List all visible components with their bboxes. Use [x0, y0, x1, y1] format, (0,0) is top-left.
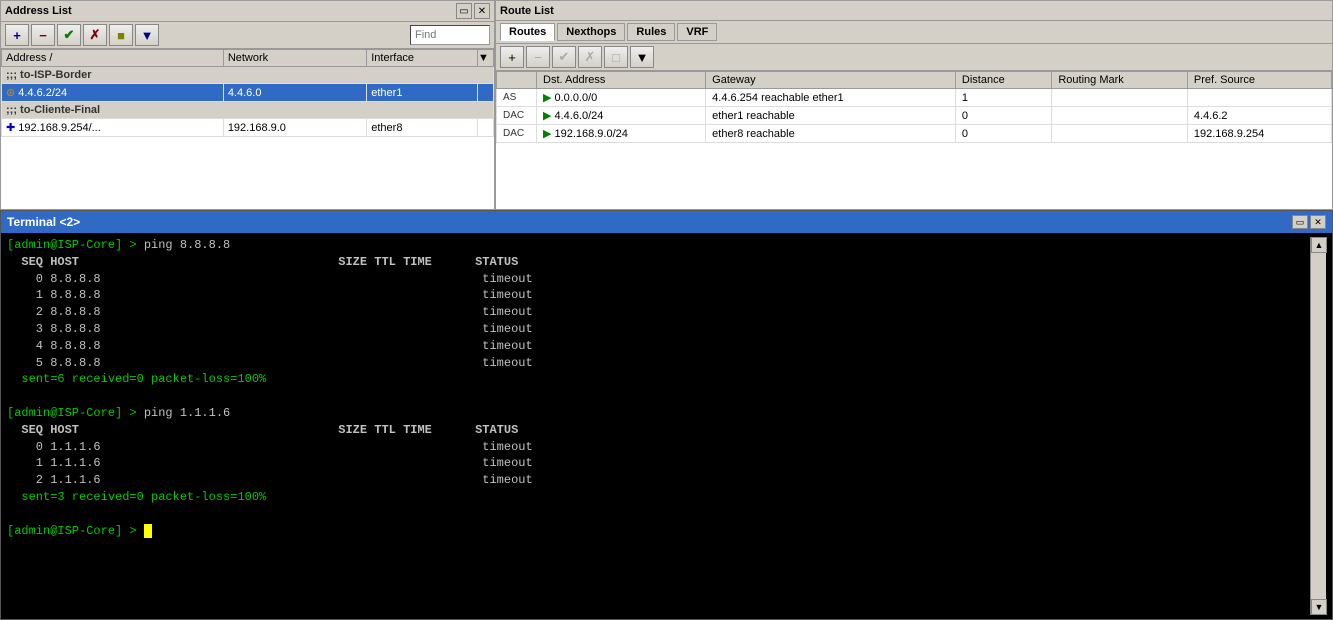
terminal-line	[7, 506, 1310, 523]
address-list-panel: Address List ▭ ✕ + − ✔ ✗ ■ ▼ A	[0, 0, 495, 210]
route-table-header: Dst. Address Gateway Distance Routing Ma…	[497, 72, 1332, 89]
terminal-close-button[interactable]: ✕	[1310, 215, 1326, 229]
address-table-header: Address Network Interface ▼	[2, 50, 494, 67]
filter-address-button[interactable]: ▼	[135, 24, 159, 46]
terminal-line: 0 8.8.8.8 timeout	[7, 271, 1310, 288]
address-list-title: Address List	[5, 5, 72, 17]
enable-address-button[interactable]: ✔	[57, 24, 81, 46]
route-list-panel: Route List Routes Nexthops Rules VRF + −…	[495, 0, 1333, 210]
col-scroll[interactable]: ▼	[478, 50, 494, 67]
terminal-line: [admin@ISP-Core] > ping 8.8.8.8	[7, 237, 1310, 254]
terminal-titlebar: Terminal <2> ▭ ✕	[1, 211, 1332, 233]
address-list-window-controls: ▭ ✕	[456, 3, 490, 19]
col-address[interactable]: Address	[2, 50, 224, 67]
terminal-body: [admin@ISP-Core] > ping 8.8.8.8 SEQ HOST…	[1, 233, 1332, 619]
add-address-button[interactable]: +	[5, 24, 29, 46]
col-dst-address[interactable]: Dst. Address	[537, 72, 706, 89]
terminal-panel: Terminal <2> ▭ ✕ [admin@ISP-Core] > ping…	[0, 210, 1333, 620]
terminal-line: sent=6 received=0 packet-loss=100%	[7, 371, 1310, 388]
disable-route-button[interactable]: ✗	[578, 46, 602, 68]
copy-address-button[interactable]: ■	[109, 24, 133, 46]
copy-route-button[interactable]: □	[604, 46, 628, 68]
terminal-content[interactable]: [admin@ISP-Core] > ping 8.8.8.8 SEQ HOST…	[7, 237, 1310, 615]
tab-nexthops[interactable]: Nexthops	[557, 23, 625, 41]
route-tabs: Routes Nexthops Rules VRF	[496, 21, 1332, 44]
remove-address-button[interactable]: −	[31, 24, 55, 46]
terminal-line: 1 8.8.8.8 timeout	[7, 287, 1310, 304]
scroll-up-button[interactable]: ▲	[1311, 237, 1327, 253]
address-table-row[interactable]: ⊛4.4.6.2/24 4.4.6.0 ether1	[2, 84, 494, 102]
main-container: Address List ▭ ✕ + − ✔ ✗ ■ ▼ A	[0, 0, 1333, 620]
terminal-line: 2 1.1.1.6 timeout	[7, 472, 1310, 489]
tab-routes[interactable]: Routes	[500, 23, 555, 41]
route-list-title: Route List	[500, 5, 554, 17]
terminal-line: 3 8.8.8.8 timeout	[7, 321, 1310, 338]
col-route-type	[497, 72, 537, 89]
route-table-container: Dst. Address Gateway Distance Routing Ma…	[496, 71, 1332, 143]
address-table-container: Address Network Interface ▼ ;;; to-ISP-B…	[1, 49, 494, 209]
col-pref-source[interactable]: Pref. Source	[1187, 72, 1331, 89]
terminal-title: Terminal <2>	[7, 215, 80, 229]
col-gateway[interactable]: Gateway	[706, 72, 956, 89]
address-list-toolbar: + − ✔ ✗ ■ ▼	[1, 22, 494, 49]
route-table-body: AS ▶0.0.0.0/0 4.4.6.254 reachable ether1…	[497, 89, 1332, 143]
filter-route-button[interactable]: ▼	[630, 46, 654, 68]
add-route-button[interactable]: +	[500, 46, 524, 68]
route-table: Dst. Address Gateway Distance Routing Ma…	[496, 71, 1332, 143]
terminal-line: [admin@ISP-Core] > ping 1.1.1.6	[7, 405, 1310, 422]
scrollbar-track	[1311, 253, 1326, 599]
terminal-line	[7, 388, 1310, 405]
close-button[interactable]: ✕	[474, 3, 490, 19]
restore-button[interactable]: ▭	[456, 3, 472, 19]
terminal-restore-button[interactable]: ▭	[1292, 215, 1308, 229]
terminal-window-controls: ▭ ✕	[1292, 215, 1326, 229]
enable-route-button[interactable]: ✔	[552, 46, 576, 68]
route-toolbar: + − ✔ ✗ □ ▼	[496, 44, 1332, 71]
terminal-line: 4 8.8.8.8 timeout	[7, 338, 1310, 355]
address-group-header: ;;; to-Cliente-Final	[2, 102, 494, 119]
terminal-line: sent=3 received=0 packet-loss=100%	[7, 489, 1310, 506]
route-list-titlebar: Route List	[496, 1, 1332, 21]
terminal-line: 1 1.1.1.6 timeout	[7, 455, 1310, 472]
remove-route-button[interactable]: −	[526, 46, 550, 68]
tab-rules[interactable]: Rules	[627, 23, 675, 41]
terminal-line: 2 8.8.8.8 timeout	[7, 304, 1310, 321]
find-input[interactable]	[410, 25, 490, 45]
route-table-row[interactable]: DAC ▶192.168.9.0/24 ether8 reachable 0 1…	[497, 125, 1332, 143]
terminal-line: 5 8.8.8.8 timeout	[7, 355, 1310, 372]
disable-address-button[interactable]: ✗	[83, 24, 107, 46]
col-routing-mark[interactable]: Routing Mark	[1052, 72, 1188, 89]
col-network[interactable]: Network	[223, 50, 366, 67]
address-group-header: ;;; to-ISP-Border	[2, 67, 494, 84]
tab-vrf[interactable]: VRF	[677, 23, 717, 41]
address-table: Address Network Interface ▼ ;;; to-ISP-B…	[1, 49, 494, 137]
terminal-line: SEQ HOST SIZE TTL TIME STATUS	[7, 254, 1310, 271]
address-list-titlebar: Address List ▭ ✕	[1, 1, 494, 22]
terminal-line: SEQ HOST SIZE TTL TIME STATUS	[7, 422, 1310, 439]
col-distance[interactable]: Distance	[955, 72, 1051, 89]
route-table-row[interactable]: DAC ▶4.4.6.0/24 ether1 reachable 0 4.4.6…	[497, 107, 1332, 125]
top-row: Address List ▭ ✕ + − ✔ ✗ ■ ▼ A	[0, 0, 1333, 210]
address-table-row[interactable]: ✚192.168.9.254/... 192.168.9.0 ether8	[2, 119, 494, 137]
terminal-line: 0 1.1.1.6 timeout	[7, 439, 1310, 456]
scroll-down-button[interactable]: ▼	[1311, 599, 1327, 615]
address-table-body: ;;; to-ISP-Border ⊛4.4.6.2/24 4.4.6.0 et…	[2, 67, 494, 137]
terminal-scrollbar: ▲ ▼	[1310, 237, 1326, 615]
col-interface[interactable]: Interface	[367, 50, 478, 67]
terminal-line: [admin@ISP-Core] >	[7, 523, 1310, 540]
route-table-row[interactable]: AS ▶0.0.0.0/0 4.4.6.254 reachable ether1…	[497, 89, 1332, 107]
